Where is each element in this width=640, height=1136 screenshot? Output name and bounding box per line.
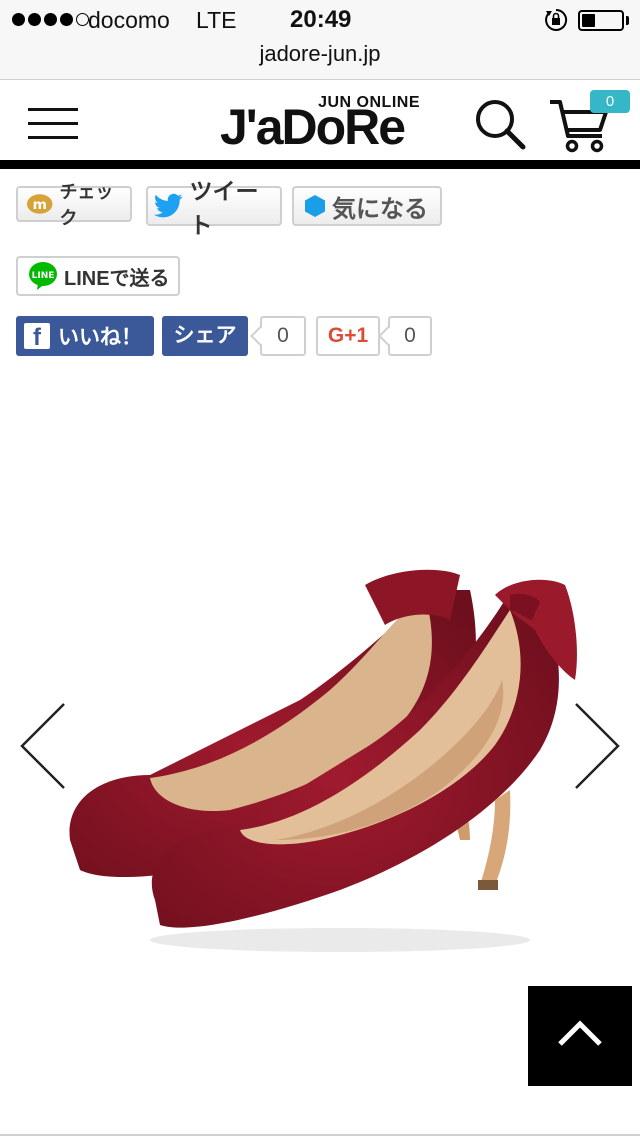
facebook-count: 0 bbox=[260, 316, 306, 356]
line-icon: LINE bbox=[29, 262, 57, 290]
chevron-left-icon[interactable] bbox=[18, 700, 70, 792]
status-bar: docomo LTE 20:49 bbox=[0, 0, 640, 40]
line-badge-text: LINE bbox=[32, 271, 55, 281]
signal-strength-icon bbox=[12, 13, 89, 26]
facebook-share-button[interactable]: シェア bbox=[162, 316, 248, 356]
site-logo[interactable]: JUN ONLINE J'aDoRe bbox=[220, 92, 420, 152]
rotation-lock-icon bbox=[545, 8, 568, 31]
svg-text:m: m bbox=[33, 197, 47, 213]
address-bar[interactable]: jadore-jun.jp bbox=[0, 40, 640, 80]
red-pump-shoe-image[interactable] bbox=[40, 540, 600, 980]
hexagon-icon bbox=[305, 195, 325, 217]
battery-icon bbox=[578, 10, 624, 31]
search-icon[interactable] bbox=[472, 96, 528, 152]
menu-button[interactable] bbox=[28, 104, 78, 140]
mixi-check-label: チェック bbox=[59, 182, 114, 228]
tweet-label: ツイート bbox=[189, 178, 259, 238]
line-share-label: LINEで送る bbox=[64, 267, 170, 290]
mixi-check-button[interactable]: m チェック bbox=[16, 182, 132, 228]
facebook-like-label: いいね！ bbox=[58, 326, 142, 349]
twitter-bird-icon bbox=[154, 193, 183, 218]
back-to-top-button[interactable] bbox=[528, 986, 632, 1086]
facebook-like-button[interactable]: f いいね！ bbox=[16, 316, 154, 356]
kininaru-button[interactable]: 気になる bbox=[292, 186, 442, 226]
chevron-up-icon bbox=[558, 1020, 602, 1046]
mixi-icon: m bbox=[26, 194, 53, 214]
site-header: JUN ONLINE J'aDoRe bbox=[0, 80, 640, 169]
chevron-right-icon[interactable] bbox=[570, 700, 622, 792]
clock: 20:49 bbox=[290, 6, 352, 33]
line-share-button[interactable]: LINE LINEで送る bbox=[16, 256, 180, 296]
cart-count-badge: 0 bbox=[590, 90, 630, 113]
kininaru-label: 気になる bbox=[332, 195, 428, 223]
url-text: jadore-jun.jp bbox=[259, 41, 381, 66]
carrier-name: docomo bbox=[88, 7, 170, 33]
tweet-button[interactable]: ツイート bbox=[146, 178, 282, 238]
google-plus-button[interactable]: G+1 bbox=[316, 316, 380, 356]
logo-wordmark: J'aDoRe bbox=[220, 99, 406, 155]
google-plus-count: 0 bbox=[388, 316, 432, 356]
facebook-icon: f bbox=[24, 323, 50, 349]
network-type: LTE bbox=[196, 7, 237, 33]
